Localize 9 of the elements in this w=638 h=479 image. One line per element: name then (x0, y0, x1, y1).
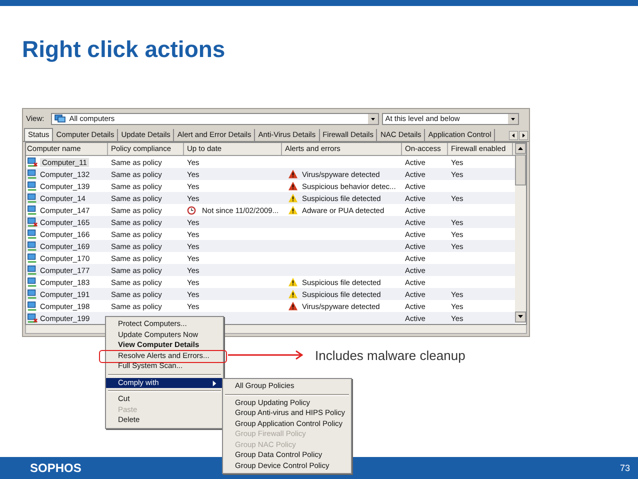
page-number: 73 (620, 463, 630, 473)
submenu-arrow-icon (212, 380, 217, 386)
callout-text: Includes malware cleanup (315, 348, 466, 363)
scroll-right-icon[interactable] (519, 131, 528, 140)
slide-title: Right click actions (22, 36, 226, 64)
scroll-left-icon[interactable] (509, 131, 518, 140)
computers-icon (54, 114, 66, 124)
logo: SOPHOS (30, 461, 82, 475)
vertical-scrollbar[interactable] (515, 143, 526, 323)
